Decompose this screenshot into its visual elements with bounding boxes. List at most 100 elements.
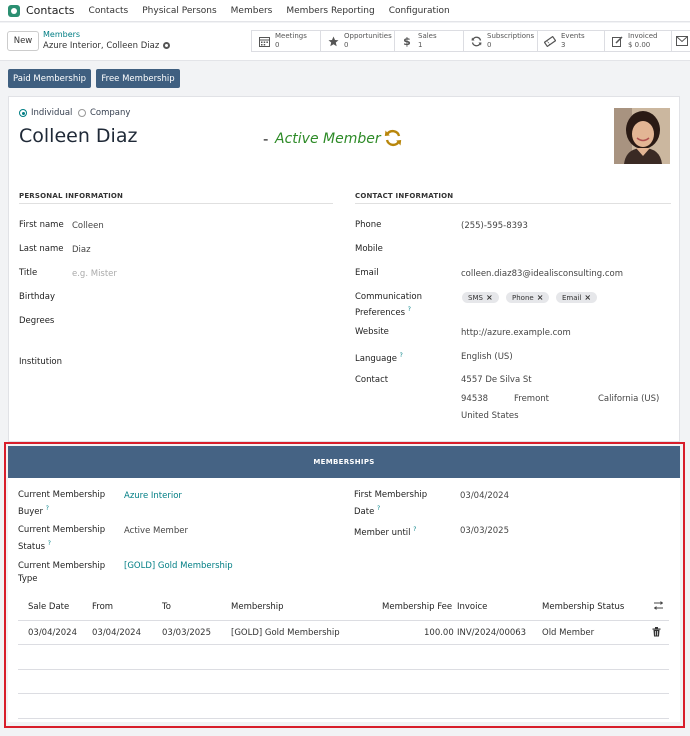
current-buyer-link[interactable]: Azure Interior xyxy=(124,490,182,502)
free-membership-button[interactable]: Free Membership xyxy=(96,69,180,88)
first-name-field[interactable]: Colleen xyxy=(72,220,104,232)
refresh-icon xyxy=(470,36,482,47)
subscriptions-button[interactable]: Subscriptions 0 xyxy=(463,30,537,52)
opportunities-button[interactable]: Opportunities 0 xyxy=(320,30,394,52)
cell-to: 03/03/2025 xyxy=(162,628,211,638)
opportunities-label: Opportunities xyxy=(344,32,392,40)
language-field[interactable]: English (US) xyxy=(461,351,513,363)
meetings-label: Meetings xyxy=(275,32,307,40)
nav-members[interactable]: Members xyxy=(231,6,273,16)
table-row-divider xyxy=(18,644,669,645)
cell-invoice: INV/2024/00063 xyxy=(457,628,527,638)
personal-info-header: PERSONAL INFORMATION xyxy=(19,192,124,200)
gear-icon[interactable] xyxy=(163,42,171,49)
col-membership-status[interactable]: Membership Status xyxy=(542,602,624,612)
tag-phone-label: Phone xyxy=(512,293,534,302)
paid-membership-button[interactable]: Paid Membership xyxy=(8,69,91,88)
col-to[interactable]: To xyxy=(162,602,171,612)
remove-tag-icon[interactable]: × xyxy=(486,293,493,302)
help-tooltip-icon[interactable]: ? xyxy=(400,352,403,359)
nav-contacts[interactable]: Contacts xyxy=(89,6,129,16)
meetings-button[interactable]: Meetings 0 xyxy=(251,30,320,52)
comm-pref-label-line1: Communication xyxy=(355,292,422,302)
title-label: Title xyxy=(19,268,38,278)
contact-info-header: CONTACT INFORMATION xyxy=(355,192,454,200)
remove-tag-icon[interactable]: × xyxy=(537,293,544,302)
personal-info-divider xyxy=(19,203,333,204)
website-field[interactable]: http://azure.example.com xyxy=(461,327,571,339)
city-field[interactable]: Fremont xyxy=(514,393,549,405)
radio-checked-icon xyxy=(19,109,27,117)
col-membership-fee[interactable]: Membership Fee xyxy=(382,602,452,612)
first-date-label-line2: Date ? xyxy=(354,503,380,518)
table-header-divider xyxy=(18,620,669,621)
table-row-divider xyxy=(18,718,669,719)
remove-tag-icon[interactable]: × xyxy=(584,293,591,302)
memberships-tab-header[interactable]: MEMBERSHIPS xyxy=(8,446,680,478)
cell-membership: [GOLD] Gold Membership xyxy=(231,628,340,638)
breadcrumb-current: Azure Interior, Colleen Diaz xyxy=(43,41,171,51)
institution-label: Institution xyxy=(19,357,63,367)
email-field[interactable]: colleen.diaz83@idealisconsulting.com xyxy=(461,268,623,280)
help-tooltip-icon[interactable]: ? xyxy=(413,526,416,533)
title-field[interactable]: e.g. Mister xyxy=(72,268,117,280)
calendar-icon xyxy=(258,36,270,47)
contact-name[interactable]: Colleen Diaz xyxy=(19,125,137,147)
opportunities-count: 0 xyxy=(344,41,349,49)
help-tooltip-icon[interactable]: ? xyxy=(46,505,49,512)
dollar-icon: $ xyxy=(403,34,411,48)
nav-configuration[interactable]: Configuration xyxy=(389,6,450,16)
current-type-label-line2: Type xyxy=(18,574,38,584)
first-date-value: 03/04/2024 xyxy=(460,491,509,501)
tag-sms[interactable]: SMS × xyxy=(462,292,499,303)
events-count: 3 xyxy=(561,41,566,49)
sales-button[interactable]: $ Sales 1 xyxy=(394,30,463,52)
help-tooltip-icon[interactable]: ? xyxy=(48,540,51,547)
current-type-label-line1: Current Membership xyxy=(18,561,106,571)
comm-pref-label-line2: Preferences ? xyxy=(355,304,411,319)
contacts-app-icon[interactable] xyxy=(8,4,20,17)
status-separator: - xyxy=(263,130,269,148)
current-type-link[interactable]: [GOLD] Gold Membership xyxy=(124,560,233,572)
table-row-divider xyxy=(18,693,669,694)
events-label: Events xyxy=(561,32,585,40)
tag-email-label: Email xyxy=(562,293,582,302)
radio-company-label: Company xyxy=(90,108,131,118)
envelope-icon xyxy=(676,36,688,47)
zip-field[interactable]: 94538 xyxy=(461,393,488,405)
state-field[interactable]: California (US) xyxy=(598,393,659,405)
tag-phone[interactable]: Phone × xyxy=(506,292,550,303)
phone-field[interactable]: (255)-595-8393 xyxy=(461,220,528,232)
nav-members-reporting[interactable]: Members Reporting xyxy=(286,6,374,16)
col-membership[interactable]: Membership xyxy=(231,602,284,612)
tag-email[interactable]: Email × xyxy=(556,292,598,303)
email-button[interactable] xyxy=(671,30,690,52)
member-until-value: 03/03/2025 xyxy=(460,526,509,536)
radio-company[interactable]: Company xyxy=(78,108,130,118)
cell-fee: 100.00 xyxy=(424,628,454,638)
col-sale-date[interactable]: Sale Date xyxy=(28,602,69,612)
invoiced-label: Invoiced xyxy=(628,32,658,40)
current-buyer-label-line1: Current Membership xyxy=(18,490,106,500)
degrees-label: Degrees xyxy=(19,316,55,326)
new-button[interactable]: New xyxy=(7,31,39,51)
invoiced-button[interactable]: Invoiced $ 0.00 xyxy=(604,30,671,52)
help-tooltip-icon[interactable]: ? xyxy=(377,505,380,512)
street-field[interactable]: 4557 De Silva St xyxy=(461,374,532,386)
sales-label: Sales xyxy=(418,32,437,40)
phone-label: Phone xyxy=(355,220,382,230)
breadcrumb-members[interactable]: Members xyxy=(43,30,80,39)
last-name-field[interactable]: Diaz xyxy=(72,244,91,256)
trash-icon[interactable] xyxy=(652,627,661,640)
radio-individual[interactable]: Individual xyxy=(19,108,72,118)
country-field[interactable]: United States xyxy=(461,410,519,422)
column-settings-icon[interactable] xyxy=(653,600,664,614)
help-tooltip-icon[interactable]: ? xyxy=(408,306,411,313)
nav-physical-persons[interactable]: Physical Persons xyxy=(142,6,216,16)
app-name[interactable]: Contacts xyxy=(26,4,75,17)
col-invoice[interactable]: Invoice xyxy=(457,602,487,612)
subscriptions-label: Subscriptions xyxy=(487,32,535,40)
avatar[interactable] xyxy=(614,108,670,164)
col-from[interactable]: From xyxy=(92,602,113,612)
events-button[interactable]: Events 3 xyxy=(537,30,604,52)
